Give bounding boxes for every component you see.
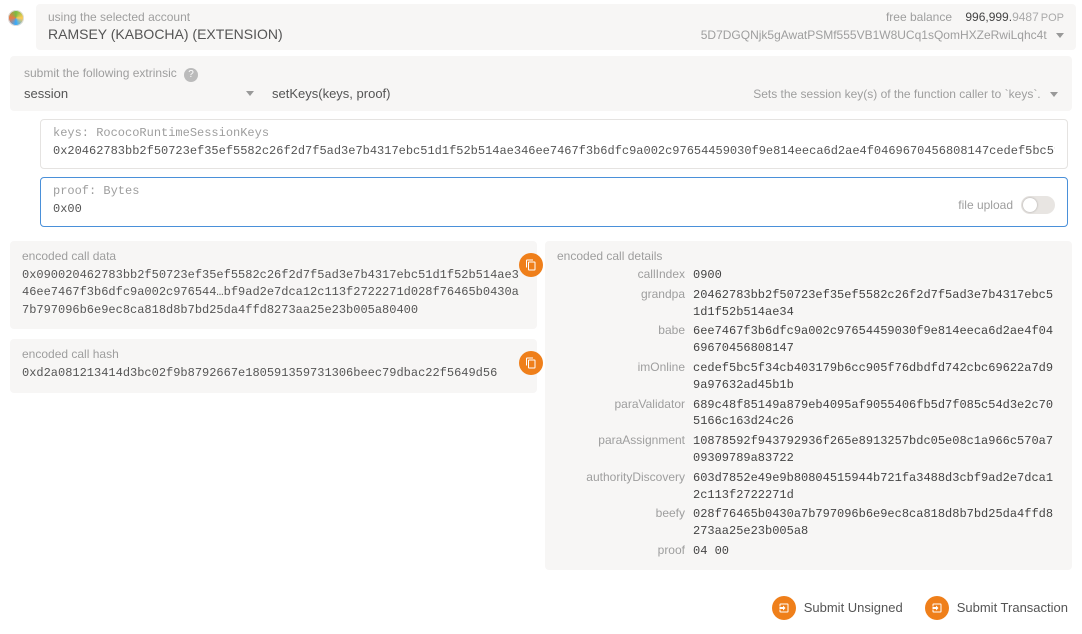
chevron-down-icon: [246, 91, 254, 96]
method-desc: Sets the session key(s) of the function …: [753, 87, 1040, 101]
detail-key: paraValidator: [557, 397, 685, 431]
detail-value: 10878592f943792936f265e8913257bdc05e08c1…: [693, 433, 1060, 467]
method-select[interactable]: setKeys(keys, proof): [272, 86, 735, 101]
encoded-call-data-box: encoded call data 0x090020462783bb2f5072…: [10, 241, 537, 329]
module-select[interactable]: session: [24, 86, 254, 101]
detail-key: proof: [557, 543, 685, 560]
extrinsic-selector: submit the following extrinsic ? session…: [10, 56, 1072, 111]
detail-key: grandpa: [557, 287, 685, 321]
proof-input[interactable]: proof: Bytes 0x00 file upload: [40, 177, 1068, 227]
encoded-call-details-box: encoded call details callIndex 0900 grandp…: [545, 241, 1072, 570]
encoded-call-hash-label: encoded call hash: [22, 347, 525, 361]
detail-key: callIndex: [557, 267, 685, 284]
submit-label: submit the following extrinsic: [24, 66, 177, 80]
detail-value: 20462783bb2f50723ef35ef5582c26f2d7f5ad3e…: [693, 287, 1060, 321]
chevron-down-icon: [1050, 92, 1058, 97]
detail-value: 603d7852e49e9b80804515944b721fa3488d3cbf…: [693, 470, 1060, 504]
balance-label: free balance: [886, 10, 952, 24]
account-using-label: using the selected account: [48, 10, 283, 24]
keys-label: keys: RococoRuntimeSessionKeys: [53, 126, 1055, 140]
detail-value: 0900: [693, 267, 1060, 284]
detail-key: authorityDiscovery: [557, 470, 685, 504]
copy-call-data-button[interactable]: [519, 253, 543, 277]
detail-key: imOnline: [557, 360, 685, 394]
encoded-call-hash-box: encoded call hash 0xd2a081213414d3bc02f9…: [10, 339, 537, 392]
encoded-call-data-value: 0x090020462783bb2f50723ef35ef5582c26f2d7…: [22, 267, 525, 319]
detail-key: paraAssignment: [557, 433, 685, 467]
detail-value: 028f76465b0430a7b797096b6e9ec8ca818d8b7b…: [693, 506, 1060, 540]
proof-value: 0x00: [53, 202, 1055, 216]
detail-value: 04 00: [693, 543, 1060, 560]
account-name: RAMSEY (KABOCHA) (EXTENSION): [48, 26, 283, 42]
copy-icon: [525, 259, 537, 271]
encoded-call-details-label: encoded call details: [557, 249, 1060, 263]
detail-value: 689c48f85149a879eb4095af9055406fb5d7f085…: [693, 397, 1060, 431]
sign-in-icon: [778, 602, 790, 614]
keys-input[interactable]: keys: RococoRuntimeSessionKeys 0x2046278…: [40, 119, 1068, 169]
proof-label: proof: Bytes: [53, 184, 1055, 198]
copy-call-hash-button[interactable]: [519, 351, 543, 375]
chevron-down-icon: [1056, 33, 1064, 38]
file-upload-toggle[interactable]: [1021, 196, 1055, 214]
detail-key: babe: [557, 323, 685, 357]
encoded-call-hash-value: 0xd2a081213414d3bc02f9b8792667e180591359…: [22, 365, 525, 382]
submit-transaction-button[interactable]: Submit Transaction: [925, 596, 1068, 620]
account-selector[interactable]: using the selected account RAMSEY (KABOC…: [36, 4, 1076, 50]
file-upload-label: file upload: [958, 198, 1013, 212]
submit-unsigned-button[interactable]: Submit Unsigned: [772, 596, 903, 620]
balance-value: 996,999.9487POP: [965, 10, 1064, 24]
account-address: 5D7DGQNjk5gAwatPSMf555VB1W8UCq1sQomHXZeR…: [701, 28, 1047, 42]
help-icon[interactable]: ?: [184, 68, 198, 82]
keys-value: 0x20462783bb2f50723ef35ef5582c26f2d7f5ad…: [53, 144, 1055, 158]
detail-value: 6ee7467f3b6dfc9a002c97654459030f9e814eec…: [693, 323, 1060, 357]
sign-in-icon: [931, 602, 943, 614]
copy-icon: [525, 357, 537, 369]
account-identicon: [6, 8, 26, 28]
encoded-call-data-label: encoded call data: [22, 249, 525, 263]
detail-key: beefy: [557, 506, 685, 540]
detail-value: cedef5bc5f34cb403179b6cc905f76dbdfd742cb…: [693, 360, 1060, 394]
